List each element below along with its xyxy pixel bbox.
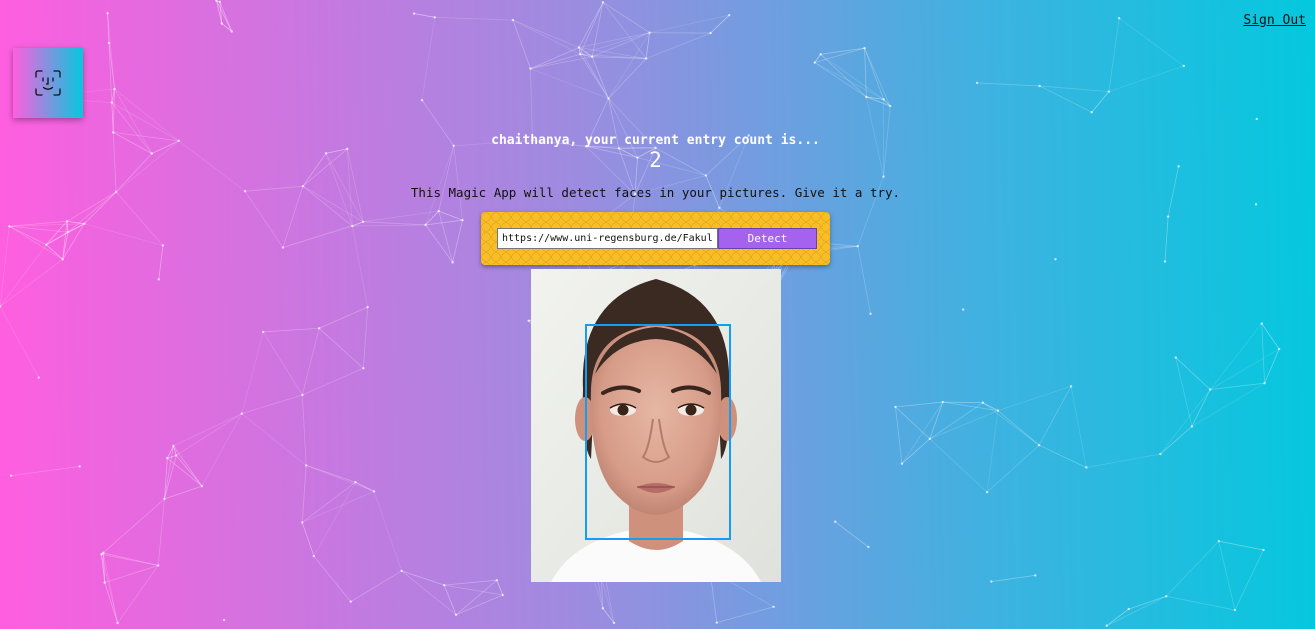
app-tagline: This Magic App will detect faces in your…: [410, 185, 901, 200]
face-bounding-box: [585, 324, 731, 540]
face-id-icon: [35, 70, 61, 96]
detect-button[interactable]: Detect: [718, 228, 817, 249]
image-url-form: Detect: [481, 212, 830, 265]
image-url-input[interactable]: [497, 228, 718, 249]
logo[interactable]: [13, 48, 83, 118]
entry-greeting: chaithanya, your current entry count is.…: [491, 133, 820, 148]
sign-out-link[interactable]: Sign Out: [1243, 13, 1306, 28]
face-photo: [531, 269, 781, 582]
entry-count: 2: [649, 148, 662, 172]
